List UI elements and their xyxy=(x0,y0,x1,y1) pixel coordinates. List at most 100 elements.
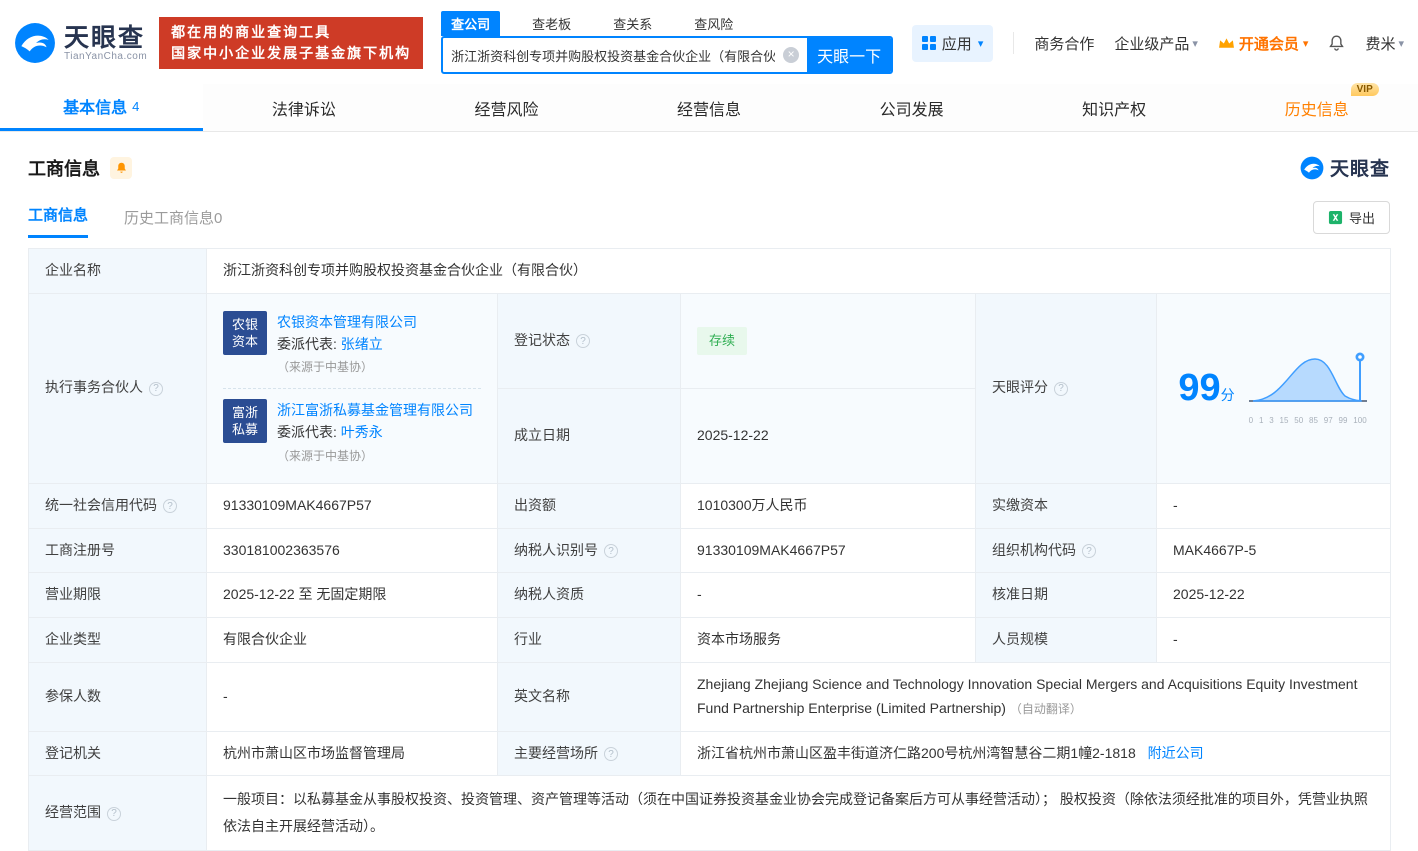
help-icon[interactable] xyxy=(149,382,163,396)
field-paid-capital-value: - xyxy=(1157,483,1391,528)
search-button[interactable]: 天眼一下 xyxy=(807,38,891,72)
row-business-scope: 经营范围 一般项目：以私募基金从事股权投资、投资管理、资产管理等活动（须在中国证… xyxy=(29,776,1391,850)
tab-label: 历史信息 xyxy=(1285,96,1349,120)
row-term: 营业期限 2025-12-22 至 无固定期限 纳税人资质 - 核准日期 202… xyxy=(29,573,1391,618)
user-menu[interactable]: 费米 xyxy=(1365,33,1404,54)
field-company-name-label: 企业名称 xyxy=(29,249,207,294)
help-icon[interactable] xyxy=(604,747,618,761)
field-status-label: 登记状态 xyxy=(498,293,681,388)
help-icon[interactable] xyxy=(1054,382,1068,396)
field-org-code-label: 组织机构代码 xyxy=(976,528,1157,573)
help-icon[interactable] xyxy=(1082,544,1096,558)
link-cooperation[interactable]: 商务合作 xyxy=(1034,33,1094,54)
field-partner-value: 农银 资本 农银资本管理有限公司 委派代表: 张绪立 （来源于中基协） xyxy=(207,293,498,483)
tab-label: 知识产权 xyxy=(1082,96,1146,120)
tianyancha-watermark: 天眼查 xyxy=(1300,154,1390,181)
excel-icon xyxy=(1328,210,1343,225)
tab-company-development[interactable]: 公司发展 xyxy=(810,84,1013,131)
tab-label: 经营风险 xyxy=(474,96,538,120)
link-enterprise-products[interactable]: 企业级产品 xyxy=(1114,33,1198,54)
tab-history-info[interactable]: 历史信息 VIP xyxy=(1215,84,1418,131)
section-title: 工商信息 xyxy=(28,155,100,181)
field-insured-label: 参保人数 xyxy=(29,662,207,731)
row-registry: 登记机关 杭州市萧山区市场监督管理局 主要经营场所 浙江省杭州市萧山区盈丰街道济… xyxy=(29,731,1391,776)
vip-label: 开通会员 xyxy=(1239,33,1299,54)
field-industry-value: 资本市场服务 xyxy=(681,618,976,663)
subscribe-bell-icon[interactable] xyxy=(110,157,132,179)
search-tabs: 查公司 查老板 查关系 查风险 xyxy=(441,12,893,36)
field-partner-label: 执行事务合伙人 xyxy=(29,293,207,483)
tab-label: 法律诉讼 xyxy=(272,96,336,120)
field-established-value: 2025-12-22 xyxy=(681,388,976,483)
link-open-vip[interactable]: 开通会员 xyxy=(1218,33,1309,54)
row-reg-no: 工商注册号 330181002363576 纳税人识别号 91330109MAK… xyxy=(29,528,1391,573)
field-status-value: 存续 xyxy=(681,293,976,388)
search-input[interactable] xyxy=(443,48,783,63)
tab-label: 基本信息 xyxy=(63,94,127,118)
section-header: 工商信息 天眼查 xyxy=(0,132,1418,181)
cooperation-label: 商务合作 xyxy=(1034,33,1094,54)
field-reg-no-value: 330181002363576 xyxy=(207,528,498,573)
tianyancha-watermark-icon xyxy=(1300,156,1324,180)
field-registry-label: 登记机关 xyxy=(29,731,207,776)
search-tab-risk[interactable]: 查风险 xyxy=(684,11,743,36)
help-icon[interactable] xyxy=(576,334,590,348)
field-english-name-label: 英文名称 xyxy=(498,662,681,731)
clear-icon[interactable] xyxy=(783,47,799,63)
logo-name: 天眼查 xyxy=(64,25,147,51)
help-icon[interactable] xyxy=(107,807,121,821)
business-info-table: 企业名称 浙江浙资科创专项并购股权投资基金合伙企业（有限合伙） 执行事务合伙人 … xyxy=(28,248,1391,851)
tianyancha-logo[interactable]: 天眼查 TianYanCha.com xyxy=(14,22,147,64)
notification-bell-icon[interactable] xyxy=(1328,34,1345,52)
rep-name-link[interactable]: 张绪立 xyxy=(341,336,383,352)
chevron-down-icon xyxy=(1192,37,1198,50)
subtab-history-business-info[interactable]: 历史工商信息0 xyxy=(124,207,222,238)
tab-count: 4 xyxy=(132,99,139,114)
nearby-companies-link[interactable]: 附近公司 xyxy=(1148,745,1204,761)
field-registry-value: 杭州市萧山区市场监督管理局 xyxy=(207,731,498,776)
row-partner-status: 执行事务合伙人 农银 资本 农银资本管理有限公司 委派代表: 张绪立 （来源于中… xyxy=(29,293,1391,388)
partner-item: 农银 资本 农银资本管理有限公司 委派代表: 张绪立 （来源于中基协） xyxy=(223,301,481,388)
field-scope-label: 经营范围 xyxy=(29,776,207,850)
field-industry-label: 行业 xyxy=(498,618,681,663)
field-taxpayer-id-label: 纳税人识别号 xyxy=(498,528,681,573)
tab-basic-info[interactable]: 基本信息 4 xyxy=(0,84,203,131)
help-icon[interactable] xyxy=(604,544,618,558)
field-credit-code-value: 91330109MAK4667P57 xyxy=(207,483,498,528)
search-tab-boss[interactable]: 查老板 xyxy=(522,11,581,36)
partner-company-link[interactable]: 农银资本管理有限公司 xyxy=(277,314,417,330)
field-staff-size-value: - xyxy=(1157,618,1391,663)
field-approval-date-value: 2025-12-22 xyxy=(1157,573,1391,618)
tianyancha-logo-icon xyxy=(14,22,56,64)
apps-label: 应用 xyxy=(942,33,972,54)
tab-operating-risk[interactable]: 经营风险 xyxy=(405,84,608,131)
enterprise-label: 企业级产品 xyxy=(1114,33,1189,54)
field-company-type-value: 有限合伙企业 xyxy=(207,618,498,663)
chevron-down-icon xyxy=(1303,37,1309,50)
export-button[interactable]: 导出 xyxy=(1313,201,1390,234)
partner-logo: 富浙 私募 xyxy=(223,399,267,443)
tab-legal-lawsuits[interactable]: 法律诉讼 xyxy=(203,84,406,131)
promo-banner-line2: 国家中小企业发展子基金旗下机构 xyxy=(171,43,411,64)
partner-company-link[interactable]: 浙江富浙私募基金管理有限公司 xyxy=(277,402,473,418)
field-capital-value: 1010300万人民币 xyxy=(681,483,976,528)
help-icon[interactable] xyxy=(163,499,177,513)
field-address-label: 主要经营场所 xyxy=(498,731,681,776)
search-tab-relation[interactable]: 查关系 xyxy=(603,11,662,36)
field-org-code-value: MAK4667P-5 xyxy=(1157,528,1391,573)
field-english-name-value: Zhejiang Zhejiang Science and Technology… xyxy=(681,662,1391,731)
search-box: 天眼一下 xyxy=(441,36,893,74)
row-company-type: 企业类型 有限合伙企业 行业 资本市场服务 人员规模 - xyxy=(29,618,1391,663)
field-capital-label: 出资额 xyxy=(498,483,681,528)
subtabs-row: 工商信息 历史工商信息0 导出 xyxy=(0,201,1418,238)
rep-source: （来源于中基协） xyxy=(277,449,373,463)
subtab-business-info[interactable]: 工商信息 xyxy=(28,204,88,238)
rep-name-link[interactable]: 叶秀永 xyxy=(341,424,383,440)
tab-operating-info[interactable]: 经营信息 xyxy=(608,84,811,131)
apps-button[interactable]: 应用 xyxy=(912,25,994,62)
field-taxpayer-quality-value: - xyxy=(681,573,976,618)
partner-item: 富浙 私募 浙江富浙私募基金管理有限公司 委派代表: 叶秀永 （来源于中基协） xyxy=(223,388,481,476)
tab-intellectual-property[interactable]: 知识产权 xyxy=(1013,84,1216,131)
search-tab-company[interactable]: 查公司 xyxy=(441,11,500,36)
field-term-value: 2025-12-22 至 无固定期限 xyxy=(207,573,498,618)
